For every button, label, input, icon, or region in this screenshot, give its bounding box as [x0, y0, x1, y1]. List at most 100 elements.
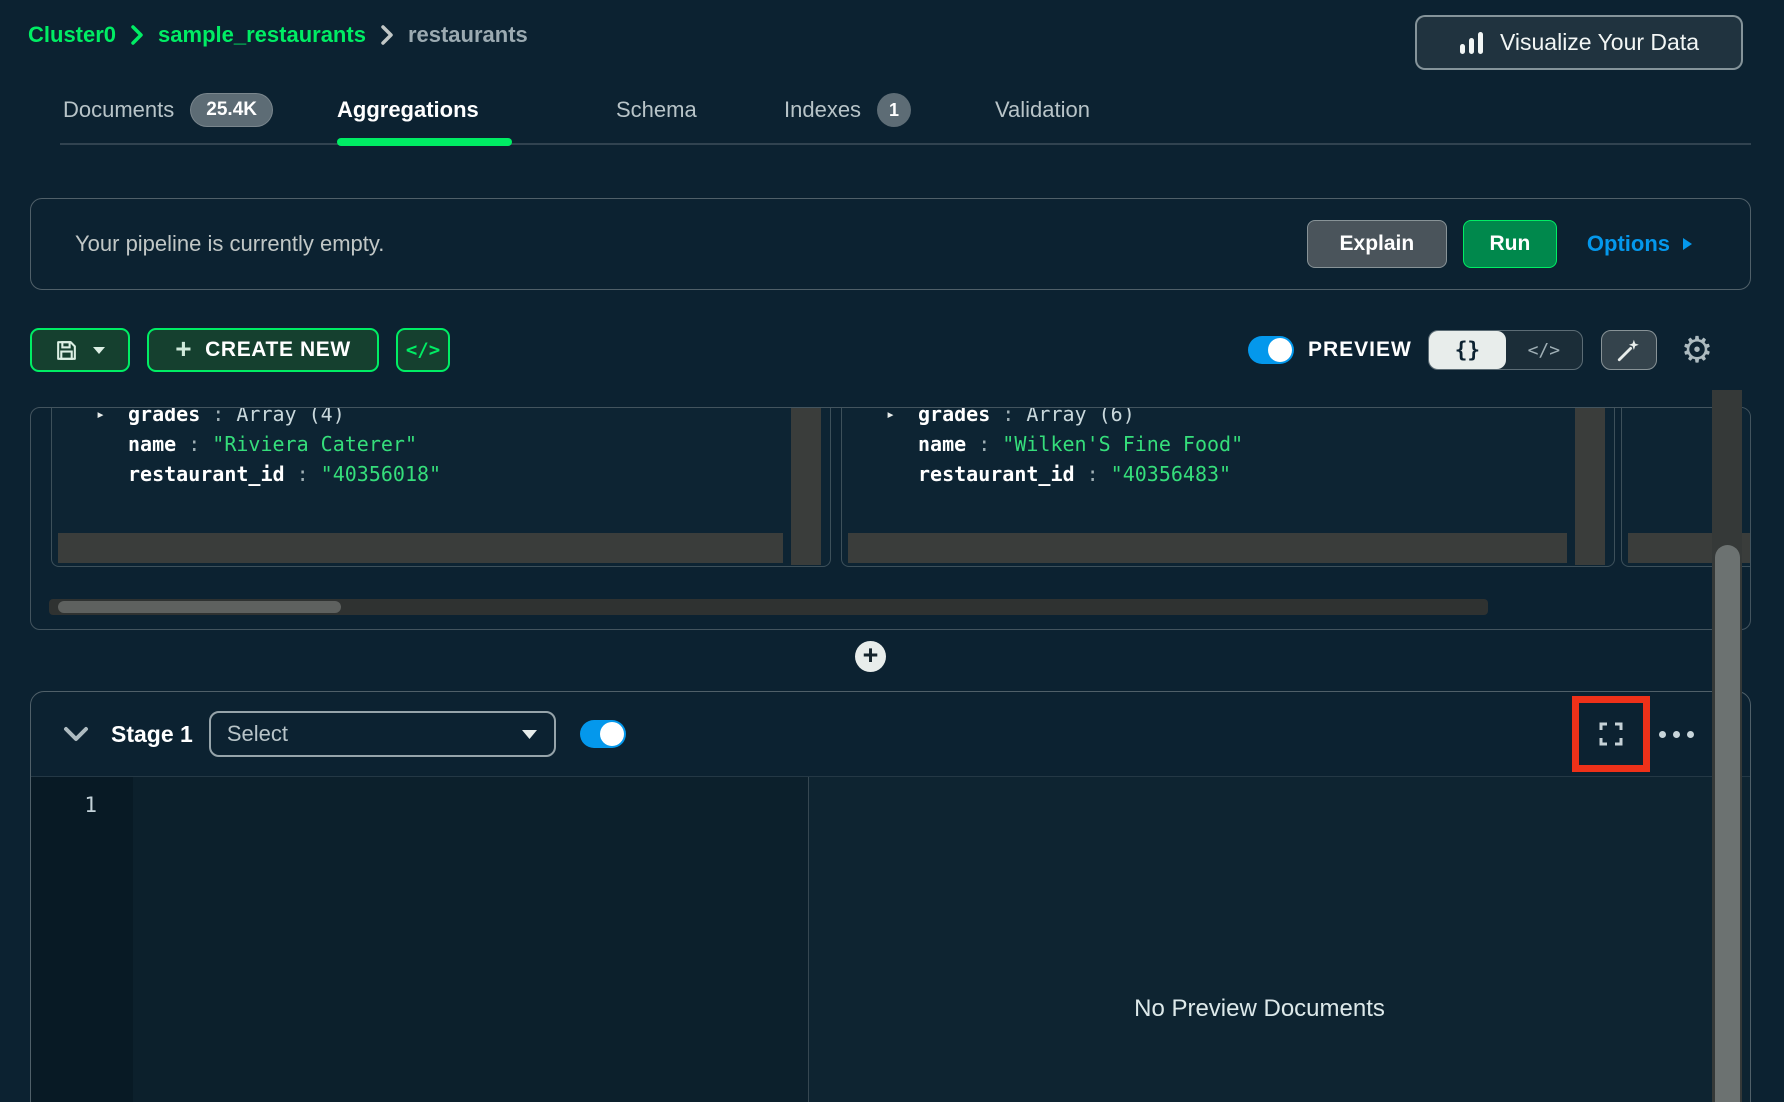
field-key: grades — [918, 407, 990, 426]
add-stage-button[interactable]: + — [855, 641, 886, 672]
plus-icon: + — [863, 642, 879, 669]
save-icon — [54, 338, 79, 363]
plus-icon: + — [175, 335, 192, 363]
stage-enabled-toggle[interactable] — [580, 720, 626, 748]
breadcrumb-collection-current: restaurants — [408, 22, 528, 48]
no-preview-documents-message: No Preview Documents — [1134, 995, 1385, 1102]
field-value: Array (4) — [236, 407, 344, 426]
tab-validation-label: Validation — [995, 97, 1090, 123]
preview-toggle[interactable] — [1248, 336, 1294, 364]
preview-toggle-label: PREVIEW — [1308, 338, 1412, 362]
document-card: ▸grades : Array (4) name : "Riviera Cate… — [51, 407, 831, 567]
save-pipeline-button[interactable] — [30, 328, 130, 372]
fullscreen-button[interactable] — [1597, 720, 1625, 748]
run-button[interactable]: Run — [1463, 220, 1557, 268]
caret-down-icon — [521, 729, 538, 740]
card-vertical-scrollbar[interactable] — [791, 407, 821, 565]
triangle-right-icon — [1681, 236, 1694, 252]
visualize-your-data-button[interactable]: Visualize Your Data — [1415, 15, 1743, 70]
field-separator: : — [990, 407, 1026, 426]
pipeline-as-text-button[interactable]: </> — [396, 328, 450, 372]
card-horizontal-scrollbar[interactable] — [58, 533, 783, 563]
breadcrumb-database-link[interactable]: sample_restaurants — [158, 22, 366, 48]
stage-operator-placeholder: Select — [227, 721, 288, 747]
field-value: "40356483" — [1111, 462, 1231, 486]
document-card: ▸grades : Array (6) name : "Wilken'S Fin… — [841, 407, 1615, 567]
field-key: name — [128, 432, 176, 456]
braces-icon: {} — [1455, 338, 1480, 362]
ai-wand-button[interactable] — [1601, 330, 1657, 370]
toggle-knob — [600, 722, 624, 746]
visualize-your-data-label: Visualize Your Data — [1500, 29, 1699, 56]
tab-validation[interactable]: Validation — [995, 92, 1090, 128]
tab-indexes[interactable]: Indexes 1 — [784, 92, 911, 128]
stage-header: Stage 1 Select — [31, 692, 1750, 777]
create-new-stage-button[interactable]: + CREATE NEW — [147, 328, 379, 372]
breadcrumb-cluster-link[interactable]: Cluster0 — [28, 22, 116, 48]
document-field-grades: ▸grades : Array (6) — [886, 407, 1135, 428]
expand-array-icon[interactable]: ▸ — [96, 407, 128, 423]
stage-card: Stage 1 Select — [30, 691, 1751, 1102]
tab-documents-label: Documents — [63, 97, 174, 123]
field-separator: : — [966, 432, 1002, 456]
document-field-restaurant-id: restaurant_id : "40356483" — [886, 460, 1231, 488]
documents-count-badge: 25.4K — [190, 93, 273, 127]
fullscreen-icon — [1597, 720, 1625, 748]
field-key: restaurant_id — [918, 462, 1075, 486]
ellipsis-dot — [1673, 731, 1680, 738]
collapse-stage-chevron-icon[interactable] — [63, 726, 89, 743]
annotation-highlight-box — [1572, 696, 1650, 772]
compass-aggregations-page: Cluster0 sample_restaurants restaurants … — [0, 0, 1784, 1102]
line-number: 1 — [84, 793, 97, 817]
field-separator: : — [176, 432, 212, 456]
document-field-grades: ▸grades : Array (4) — [96, 407, 345, 428]
output-mode-segmented-control: {} </> — [1428, 330, 1583, 370]
document-field-name: name : "Wilken'S Fine Food" — [886, 430, 1243, 458]
code-icon: </> — [1528, 340, 1561, 361]
stage-preview-pane: No Preview Documents — [809, 777, 1750, 1102]
tab-schema-label: Schema — [616, 97, 697, 123]
stage-body: 1 No Preview Documents — [31, 777, 1750, 1102]
field-separator: : — [1075, 462, 1111, 486]
field-separator: : — [285, 462, 321, 486]
pipeline-empty-banner: Your pipeline is currently empty. Explai… — [30, 198, 1751, 290]
caret-down-icon — [92, 346, 106, 355]
expand-array-icon[interactable]: ▸ — [886, 407, 918, 423]
tab-documents[interactable]: Documents 25.4K — [63, 92, 273, 128]
indexes-count-badge: 1 — [877, 93, 911, 127]
code-icon: </> — [406, 339, 440, 361]
stage-operator-select[interactable]: Select — [209, 711, 556, 757]
field-value: "Riviera Caterer" — [212, 432, 417, 456]
pipeline-empty-message: Your pipeline is currently empty. — [75, 231, 1307, 257]
document-field-name: name : "Riviera Caterer" — [96, 430, 417, 458]
toggle-knob — [1268, 338, 1292, 362]
stage-title: Stage 1 — [111, 721, 193, 748]
options-label: Options — [1587, 231, 1670, 257]
tab-aggregations[interactable]: Aggregations — [337, 92, 479, 128]
explain-button[interactable]: Explain — [1307, 220, 1447, 268]
page-vertical-scrollbar-thumb[interactable] — [1715, 545, 1740, 1102]
stage-options-menu-button[interactable] — [1659, 731, 1694, 738]
stage-code-editor[interactable] — [133, 777, 809, 1102]
field-key: restaurant_id — [128, 462, 285, 486]
editor-line-number-gutter: 1 — [31, 777, 133, 1102]
pipeline-toolbar-right: PREVIEW {} </> ⚙ — [1248, 328, 1713, 372]
builder-mode-button[interactable]: {} — [1429, 331, 1506, 369]
card-vertical-scrollbar[interactable] — [1575, 407, 1605, 565]
bar-chart-icon — [1459, 31, 1485, 55]
card-horizontal-scrollbar[interactable] — [848, 533, 1567, 563]
field-separator: : — [200, 407, 236, 426]
field-value: "40356018" — [321, 462, 441, 486]
field-value: "Wilken'S Fine Food" — [1002, 432, 1243, 456]
ellipsis-dot — [1659, 731, 1666, 738]
tab-indexes-label: Indexes — [784, 97, 861, 123]
settings-gear-icon[interactable]: ⚙ — [1681, 330, 1713, 370]
tab-aggregations-label: Aggregations — [337, 97, 479, 123]
magic-wand-icon — [1616, 337, 1642, 363]
document-field-restaurant-id: restaurant_id : "40356018" — [96, 460, 441, 488]
options-button[interactable]: Options — [1587, 231, 1694, 257]
tabs-divider — [60, 143, 1751, 145]
text-mode-button[interactable]: </> — [1506, 331, 1582, 369]
preview-horizontal-scrollbar-thumb[interactable] — [58, 601, 341, 613]
tab-schema[interactable]: Schema — [616, 92, 697, 128]
